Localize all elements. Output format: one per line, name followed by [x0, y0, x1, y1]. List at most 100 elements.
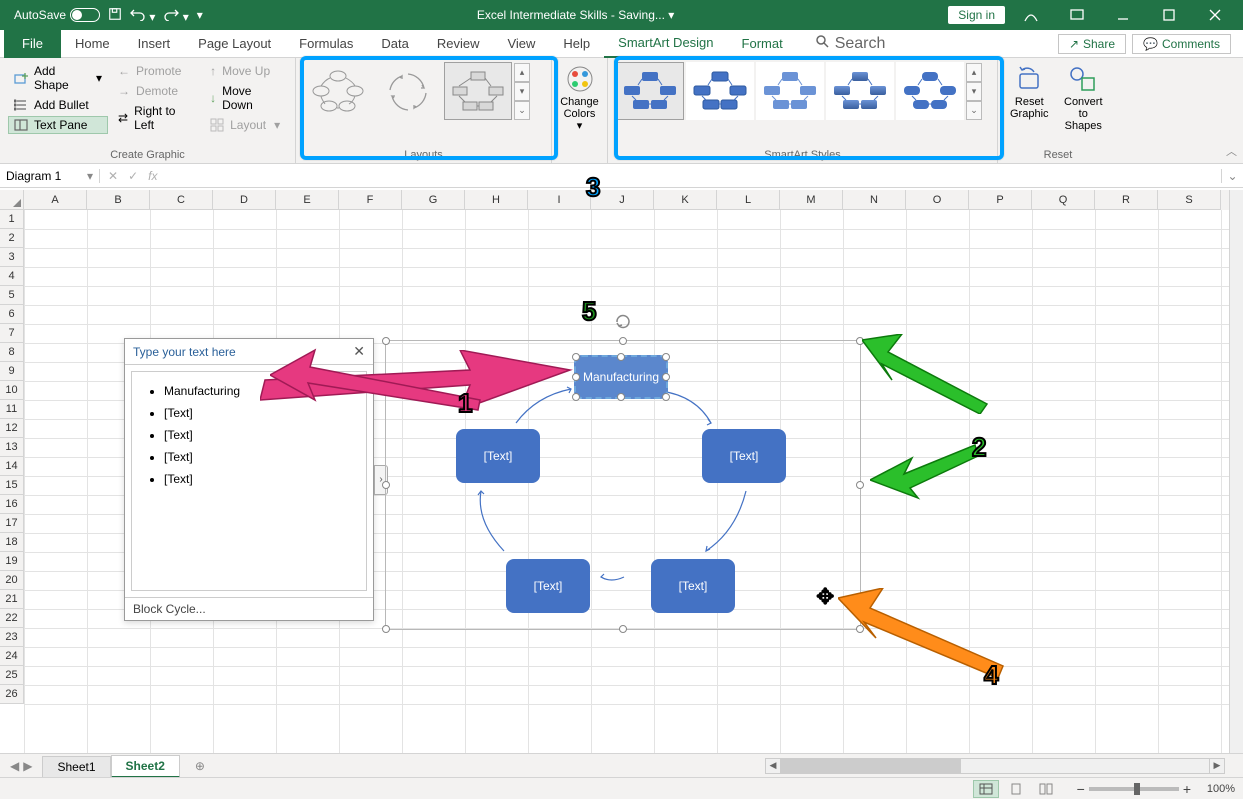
tab-format[interactable]: Format — [728, 30, 797, 58]
row-header[interactable]: 22 — [0, 609, 24, 628]
column-header[interactable]: E — [276, 190, 339, 210]
column-header[interactable]: B — [87, 190, 150, 210]
column-header[interactable]: F — [339, 190, 402, 210]
column-header[interactable]: N — [843, 190, 906, 210]
layout-option-2[interactable] — [374, 62, 442, 120]
text-pane-item[interactable]: [Text] — [164, 424, 354, 446]
rotate-handle-icon[interactable] — [614, 313, 632, 331]
row-header[interactable]: 23 — [0, 628, 24, 647]
zoom-out-button[interactable]: − — [1077, 781, 1085, 797]
tab-file[interactable]: File — [4, 30, 61, 58]
style-option-4[interactable] — [826, 62, 894, 120]
row-header[interactable]: 15 — [0, 476, 24, 495]
tab-smartart-design[interactable]: SmartArt Design — [604, 30, 727, 58]
search-icon[interactable] — [815, 34, 829, 53]
fx-icon[interactable]: fx — [148, 169, 157, 183]
row-header[interactable]: 25 — [0, 666, 24, 685]
sheet-tab-sheet1[interactable]: Sheet1 — [42, 756, 110, 778]
row-header[interactable]: 1 — [0, 210, 24, 229]
row-header[interactable]: 2 — [0, 229, 24, 248]
vertical-scrollbar[interactable] — [1229, 190, 1243, 753]
save-icon[interactable] — [108, 7, 122, 24]
tab-insert[interactable]: Insert — [124, 30, 185, 58]
text-pane-button[interactable]: Text Pane — [8, 116, 108, 134]
sheet-nav-prev-icon[interactable]: ◀ — [10, 759, 19, 773]
horizontal-scrollbar[interactable]: ◀▶ — [765, 758, 1225, 774]
move-up-button[interactable]: ↑Move Up — [204, 62, 287, 80]
row-header[interactable]: 21 — [0, 590, 24, 609]
search-input[interactable]: Search — [835, 35, 886, 53]
column-header[interactable]: S — [1158, 190, 1221, 210]
tab-page-layout[interactable]: Page Layout — [184, 30, 285, 58]
styles-gallery-expand[interactable]: ▴▾⌄ — [966, 63, 982, 120]
column-header[interactable]: H — [465, 190, 528, 210]
row-header[interactable]: 19 — [0, 552, 24, 571]
row-header[interactable]: 13 — [0, 438, 24, 457]
row-header[interactable]: 20 — [0, 571, 24, 590]
tab-data[interactable]: Data — [367, 30, 422, 58]
column-header[interactable]: D — [213, 190, 276, 210]
ribbon-display-icon[interactable] — [1057, 0, 1097, 30]
row-header[interactable]: 14 — [0, 457, 24, 476]
demote-button[interactable]: →Demote — [112, 82, 200, 100]
row-header[interactable]: 17 — [0, 514, 24, 533]
redo-icon[interactable]: ▾ — [163, 7, 188, 24]
layouts-gallery-expand[interactable]: ▴▾⌄ — [514, 63, 530, 120]
column-header[interactable]: P — [969, 190, 1032, 210]
undo-icon[interactable]: ▾ — [130, 7, 155, 24]
row-header[interactable]: 8 — [0, 343, 24, 362]
tab-help[interactable]: Help — [549, 30, 604, 58]
layout-option-3-selected[interactable] — [444, 62, 512, 120]
style-option-1[interactable] — [616, 62, 684, 120]
add-shape-button[interactable]: Add Shape▾ — [8, 62, 108, 94]
smartart-shape-5[interactable]: [Text] — [506, 559, 590, 613]
row-header[interactable]: 5 — [0, 286, 24, 305]
layout-button[interactable]: Layout▾ — [204, 116, 287, 134]
row-header[interactable]: 7 — [0, 324, 24, 343]
move-down-button[interactable]: ↓Move Down — [204, 82, 287, 114]
tab-formulas[interactable]: Formulas — [285, 30, 367, 58]
row-header[interactable]: 11 — [0, 400, 24, 419]
maximize-button[interactable] — [1149, 0, 1189, 30]
reset-graphic-button[interactable]: ResetGraphic — [1006, 62, 1053, 134]
coming-soon-icon[interactable] — [1011, 0, 1051, 30]
sheet-tab-sheet2[interactable]: Sheet2 — [111, 755, 180, 778]
formula-expand-icon[interactable]: ⌄ — [1221, 169, 1243, 183]
tab-view[interactable]: View — [493, 30, 549, 58]
promote-button[interactable]: ←Promote — [112, 62, 200, 80]
column-header[interactable]: I — [528, 190, 591, 210]
select-all-corner[interactable] — [0, 190, 24, 210]
collapse-ribbon-icon[interactable]: ︿ — [1226, 143, 1237, 159]
column-header[interactable]: Q — [1032, 190, 1095, 210]
enter-fx-icon[interactable]: ✓ — [128, 169, 138, 183]
row-header[interactable]: 12 — [0, 419, 24, 438]
row-header[interactable]: 24 — [0, 647, 24, 666]
view-normal-button[interactable] — [973, 780, 999, 798]
tab-home[interactable]: Home — [61, 30, 124, 58]
column-header[interactable]: K — [654, 190, 717, 210]
row-header[interactable]: 18 — [0, 533, 24, 552]
row-header[interactable]: 9 — [0, 362, 24, 381]
column-header[interactable]: A — [24, 190, 87, 210]
column-header[interactable]: O — [906, 190, 969, 210]
column-header[interactable]: R — [1095, 190, 1158, 210]
column-header[interactable]: G — [402, 190, 465, 210]
style-option-5[interactable] — [896, 62, 964, 120]
row-header[interactable]: 6 — [0, 305, 24, 324]
signin-button[interactable]: Sign in — [948, 6, 1005, 24]
cancel-fx-icon[interactable]: ✕ — [108, 169, 118, 183]
row-header[interactable]: 3 — [0, 248, 24, 267]
column-header[interactable]: M — [780, 190, 843, 210]
row-header[interactable]: 26 — [0, 685, 24, 704]
row-header[interactable]: 10 — [0, 381, 24, 400]
text-pane-item[interactable]: [Text] — [164, 446, 354, 468]
smartart-shape-2[interactable]: [Text] — [702, 429, 786, 483]
convert-to-shapes-button[interactable]: Convertto Shapes — [1057, 62, 1110, 134]
add-sheet-button[interactable]: ⊕ — [188, 759, 212, 773]
close-button[interactable] — [1195, 0, 1235, 30]
add-bullet-button[interactable]: Add Bullet — [8, 96, 108, 114]
row-header[interactable]: 4 — [0, 267, 24, 286]
view-page-break-button[interactable] — [1033, 780, 1059, 798]
change-colors-button[interactable]: ChangeColors ▾ — [560, 62, 599, 134]
share-button[interactable]: ↗Share — [1058, 34, 1126, 54]
